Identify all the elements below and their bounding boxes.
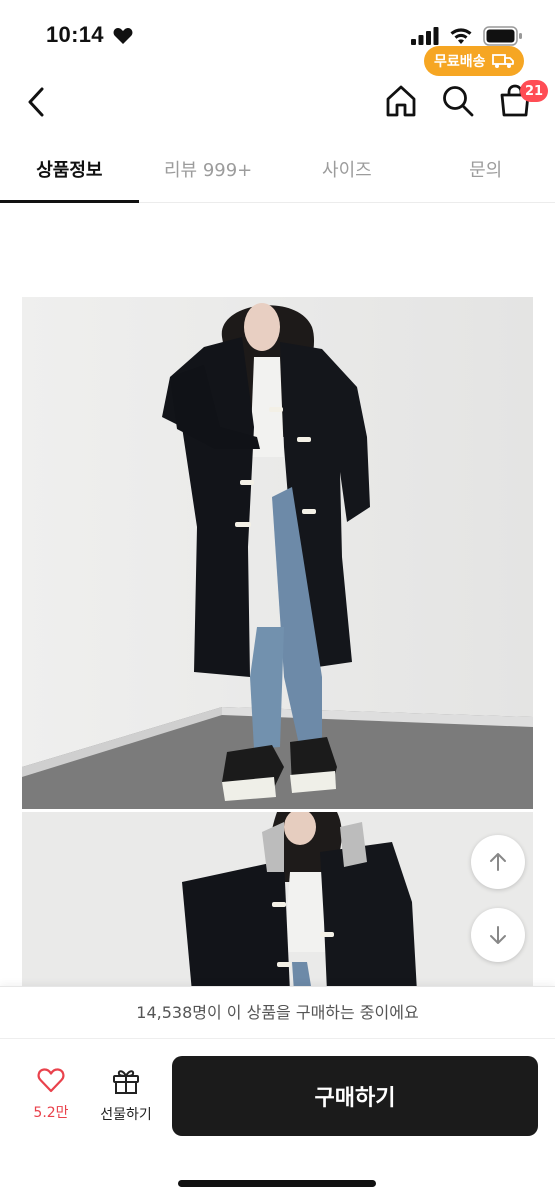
home-indicator — [178, 1180, 376, 1187]
buy-button[interactable]: 구매하기 — [172, 1056, 538, 1136]
scroll-down-button[interactable] — [471, 908, 525, 962]
tab-inquiry[interactable]: 문의 — [416, 142, 555, 202]
gift-button[interactable]: 선물하기 — [92, 1067, 160, 1127]
bottom-purchase-panel: 14,538명이 이 상품을 구매하는 중이에요 5.2만 선물하기 구매하기 — [0, 986, 555, 1200]
gift-label: 선물하기 — [100, 1107, 152, 1123]
scroll-up-button[interactable] — [471, 835, 525, 889]
heart-icon — [37, 1068, 65, 1093]
wifi-icon — [450, 28, 472, 44]
status-time: 10:14 — [46, 22, 104, 47]
like-count: 5.2만 — [33, 1105, 69, 1121]
free-shipping-badge: 무료배송 — [424, 46, 524, 76]
gift-icon — [113, 1070, 139, 1094]
truck-icon — [491, 54, 514, 68]
signal-icon — [411, 27, 439, 45]
tab-size[interactable]: 사이즈 — [278, 142, 417, 202]
free-shipping-label: 무료배송 — [434, 54, 486, 70]
back-button[interactable] — [18, 84, 54, 120]
top-nav — [0, 72, 555, 132]
product-image-1 — [22, 297, 533, 809]
like-button[interactable]: 5.2만 — [22, 1067, 80, 1127]
home-button[interactable] — [383, 83, 419, 119]
status-icons — [411, 26, 523, 46]
cart-badge: 21 — [520, 80, 549, 102]
arrow-down-icon — [490, 926, 506, 944]
arrow-up-icon — [490, 853, 506, 871]
tab-bar: 상품정보 리뷰 999+ 사이즈 문의 — [0, 142, 555, 203]
buying-now-notice: 14,538명이 이 상품을 구매하는 중이에요 — [0, 987, 555, 1039]
search-icon — [443, 86, 474, 117]
battery-icon — [483, 26, 522, 46]
chevron-left-icon — [28, 87, 44, 117]
search-button[interactable] — [440, 83, 476, 119]
tab-reviews[interactable]: 리뷰 999+ — [139, 142, 278, 202]
home-icon — [386, 85, 416, 117]
product-image-2 — [22, 812, 533, 992]
heart-status-icon — [113, 28, 133, 44]
product-photo-coat-upper — [22, 812, 533, 992]
tab-product-info[interactable]: 상품정보 — [0, 142, 139, 203]
product-photo-coat-full — [22, 297, 533, 809]
